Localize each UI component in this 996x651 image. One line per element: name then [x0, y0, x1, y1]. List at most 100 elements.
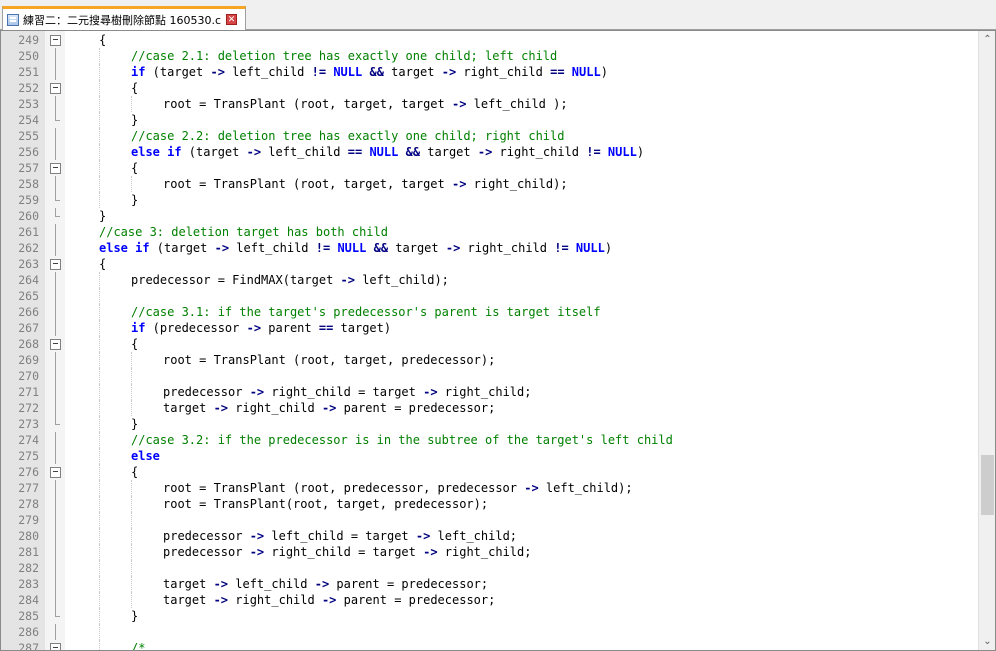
code-line[interactable]: 249 {	[1, 32, 971, 48]
code-token: root = TransPlant (root, target, predece…	[163, 353, 496, 367]
operator-token: ->	[213, 401, 229, 415]
code-area[interactable]: 249 {250 //case 2.1: deletion tree has exa…	[1, 31, 971, 650]
code-line[interactable]: 275 else	[1, 448, 971, 464]
code-line[interactable]: 264 predecessor = FindMAX(target -> left_…	[1, 272, 971, 288]
line-number: 286	[18, 625, 39, 639]
code-line[interactable]: 256 else if (target -> left_child == NULL…	[1, 144, 971, 160]
code-line[interactable]: 272 target -> right_child -> parent = pre…	[1, 400, 971, 416]
code-line[interactable]: 267 if (predecessor -> parent == target)	[1, 320, 971, 336]
keyword-token: NULL	[337, 241, 367, 255]
code-line[interactable]: 253 root = TransPlant (root, target, targ…	[1, 96, 971, 112]
line-number: 268	[18, 337, 39, 351]
fold-toggle-icon[interactable]	[50, 32, 61, 48]
code-line[interactable]: 274 //case 3.2: if the predecessor is in …	[1, 432, 971, 448]
indent-guide	[99, 544, 100, 560]
code-token: target	[163, 593, 214, 607]
fold-toggle-icon[interactable]	[50, 160, 61, 176]
code-line[interactable]: 255 //case 2.2: deletion tree has exactly…	[1, 128, 971, 144]
code-line[interactable]: 266 //case 3.1: if the target's predecess…	[1, 304, 971, 320]
code-line[interactable]: 252 {	[1, 80, 971, 96]
code-token: target	[420, 145, 478, 159]
code-line[interactable]: 271 predecessor -> right_child = target -…	[1, 384, 971, 400]
code-line[interactable]: 263 {	[1, 256, 971, 272]
code-line[interactable]: 282	[1, 560, 971, 576]
code-token: right_child;	[437, 385, 532, 399]
operator-token: ->	[423, 385, 438, 399]
code-line[interactable]: 258 root = TransPlant (root, target, targ…	[1, 176, 971, 192]
scroll-up-icon[interactable]: ⌃	[979, 31, 995, 48]
code-line[interactable]: 285}	[1, 608, 971, 624]
fold-line	[50, 528, 61, 544]
code-line[interactable]: 257 {	[1, 160, 971, 176]
code-line[interactable]: 278 root = TransPlant(root, target, prede…	[1, 496, 971, 512]
code-line[interactable]: 260}	[1, 208, 971, 224]
fold-toggle-icon[interactable]	[50, 464, 61, 480]
file-icon	[7, 13, 19, 26]
code-line[interactable]: 273}	[1, 416, 971, 432]
line-number: 274	[18, 433, 39, 447]
line-number: 260	[18, 209, 39, 223]
code-line[interactable]: 276 {	[1, 464, 971, 480]
code-line[interactable]: 283 target -> left_child -> parent = pred…	[1, 576, 971, 592]
code-text: }	[131, 416, 138, 432]
operator-token: ->	[249, 545, 265, 559]
code-line[interactable]: 280 predecessor -> left_child = target ->…	[1, 528, 971, 544]
comment-token: //case 3.1: if the target's predecessor'…	[131, 305, 601, 319]
scrollbar-thumb[interactable]	[981, 455, 994, 515]
code-line[interactable]: 262 else if (target -> left_child != NULL…	[1, 240, 971, 256]
fold-toggle-icon[interactable]	[50, 640, 61, 650]
code-text: root = TransPlant (root, target, target …	[163, 176, 568, 192]
fold-toggle-icon[interactable]	[50, 256, 61, 272]
code-text: }	[99, 208, 106, 224]
code-line[interactable]: 268 {	[1, 336, 971, 352]
indent-guide	[99, 432, 100, 448]
code-editor[interactable]: 249 {250 //case 2.1: deletion tree has exa…	[0, 30, 996, 651]
indent-guide	[131, 576, 132, 592]
code-line[interactable]: 254}	[1, 112, 971, 128]
code-line[interactable]: 250 //case 2.1: deletion tree has exactly…	[1, 48, 971, 64]
line-number: 261	[18, 225, 39, 239]
fold-toggle-icon[interactable]	[50, 336, 61, 352]
fold-toggle-icon[interactable]	[50, 80, 61, 96]
operator-token: ->	[415, 529, 431, 543]
code-line[interactable]: 269 root = TransPlant (root, target, pred…	[1, 352, 971, 368]
code-token: }	[131, 609, 139, 623]
code-line[interactable]: 259}	[1, 192, 971, 208]
code-text: root = TransPlant (root, target, target …	[163, 96, 568, 112]
code-line[interactable]: 284 target -> right_child -> parent = pre…	[1, 592, 971, 608]
fold-line	[50, 624, 61, 640]
line-number: 285	[18, 609, 39, 623]
code-line[interactable]: 286	[1, 624, 971, 640]
indent-guide	[99, 576, 100, 592]
code-line[interactable]: 251 if (target -> left_child != NULL && t…	[1, 64, 971, 80]
code-token: right_child	[228, 593, 322, 607]
code-line[interactable]: 287 /*	[1, 640, 971, 650]
line-number: 267	[18, 321, 39, 335]
operator-token: !=	[554, 241, 569, 255]
fold-line	[50, 240, 61, 256]
code-token: target)	[333, 321, 392, 335]
code-token: left_child);	[538, 481, 633, 495]
code-token: right_child	[460, 241, 555, 255]
fold-line	[50, 320, 61, 336]
code-text: //case 3.2: if the predecessor is in the…	[131, 432, 673, 448]
code-line[interactable]: 265	[1, 288, 971, 304]
indent-guide	[99, 640, 100, 650]
tab-active-file[interactable]: 練習二：二元搜尋樹刪除節點 160530.c ✕	[2, 6, 246, 30]
code-line[interactable]: 279	[1, 512, 971, 528]
indent-guide	[99, 352, 100, 368]
operator-token: ->	[321, 401, 337, 415]
code-token: {	[131, 465, 139, 479]
close-icon[interactable]: ✕	[226, 14, 238, 25]
code-line[interactable]: 261 //case 3: deletion target has both ch…	[1, 224, 971, 240]
scroll-down-icon[interactable]: ⌄	[979, 633, 995, 650]
indent-guide	[99, 272, 100, 288]
code-line[interactable]: 277 root = TransPlant (root, predecessor,…	[1, 480, 971, 496]
code-line[interactable]: 270	[1, 368, 971, 384]
vertical-scrollbar[interactable]: ⌃ ⌄	[978, 31, 995, 650]
keyword-token: if	[131, 65, 146, 79]
code-line[interactable]: 281 predecessor -> right_child = target -…	[1, 544, 971, 560]
fold-line	[50, 496, 61, 512]
operator-token: ->	[445, 241, 461, 255]
